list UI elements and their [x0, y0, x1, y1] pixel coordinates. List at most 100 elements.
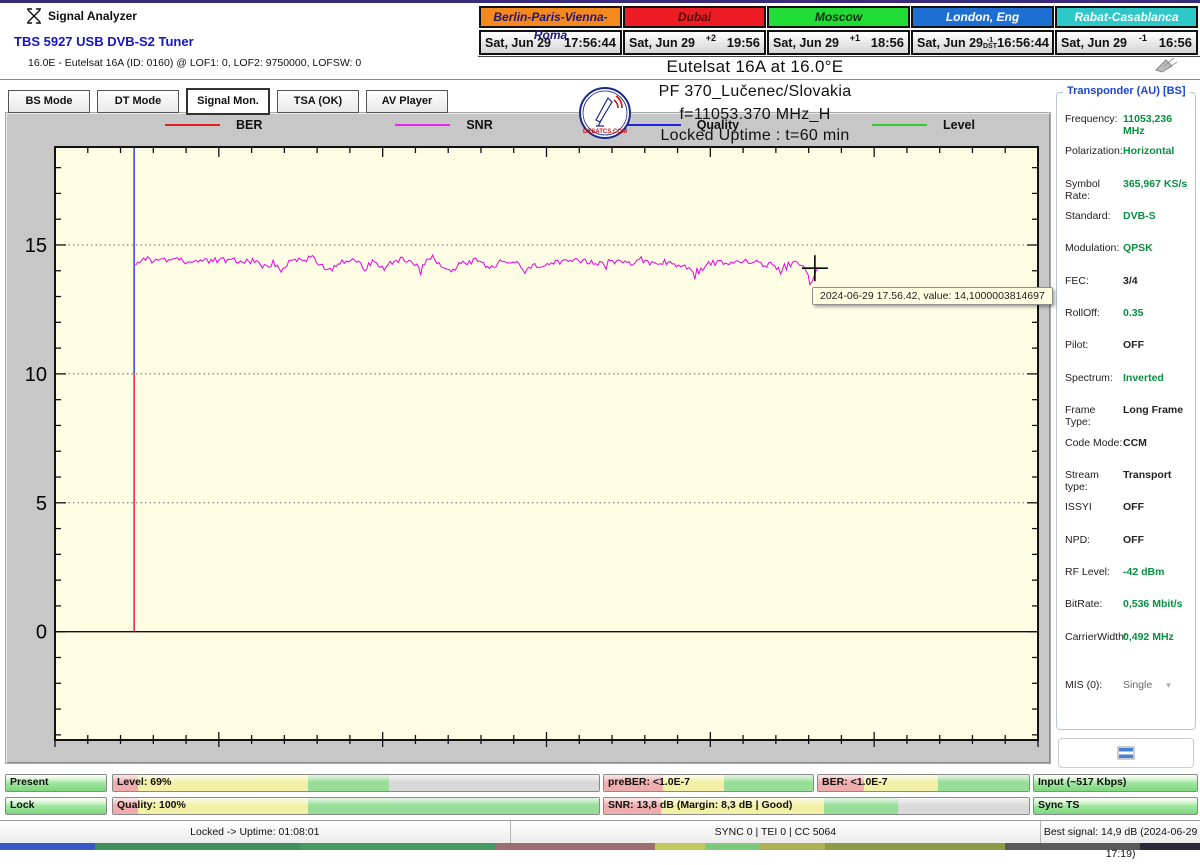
status-bar: Locked -> Uptime: 01:08:01 SYNC 0 | TEI …	[0, 820, 1200, 860]
status-best-signal: Best signal: 14,9 dB (2024-06-29 17:19)	[1043, 826, 1198, 860]
background-window-segment	[760, 843, 825, 850]
satellite-title: Eutelsat 16A at 16.0°E	[666, 57, 844, 76]
pill-label: Sync TS	[1038, 799, 1080, 811]
gloss-overlay	[113, 775, 599, 783]
pill-input-517-kbps-: Input (~517 Kbps)	[1033, 774, 1198, 792]
pill-present: Present	[5, 774, 107, 792]
clock-2: Dubai Sat, Jun 29 +2 19:56	[623, 6, 766, 55]
transponder-row-label: Symbol Rate:	[1065, 177, 1101, 202]
transponder-row-value: OFF	[1123, 339, 1144, 352]
transponder-row-label: Frame Type:	[1065, 404, 1096, 429]
antenna-app-icon	[27, 8, 41, 24]
tab-bs-mode[interactable]: BS Mode	[8, 90, 90, 113]
transponder-row: NPD: OFF	[1065, 534, 1189, 546]
transponder-row: Code Mode: CCM	[1065, 437, 1189, 449]
background-window-segment	[495, 843, 655, 850]
ytick-label: 5	[36, 493, 47, 515]
tab-tsa-ok-[interactable]: TSA (OK)	[277, 90, 359, 113]
ytick-label: 0	[36, 622, 47, 644]
clock-time: 16:56	[1158, 35, 1192, 50]
background-window-segment	[300, 843, 495, 850]
transponder-row-label: ISSYI	[1065, 501, 1092, 514]
transponder-row-value: Transport	[1123, 468, 1172, 481]
transponder-row: FEC: 3/4	[1065, 275, 1189, 287]
legend-swatch	[625, 124, 681, 126]
transponder-row-value: OFF	[1123, 501, 1144, 514]
transponder-row: Stream type: Transport	[1065, 469, 1189, 493]
background-window-segment	[705, 843, 760, 850]
bar-label: BER: <1.0E-7	[822, 776, 888, 788]
transponder-row: RF Level: -42 dBm	[1065, 566, 1189, 578]
bar-snr: SNR: 13,8 dB (Margin: 8,3 dB | Good)	[603, 797, 1030, 815]
bar-level: Level: 69%	[112, 774, 600, 792]
logo-text: DXSATCS.COM	[583, 129, 627, 135]
transponder-row-value: 3/4	[1123, 274, 1138, 287]
clock-city-label: Dubai	[623, 6, 766, 28]
clock-time-cell: Sat, Jun 29 +2 19:56	[623, 30, 766, 55]
clock-date: Sat, Jun 29	[485, 35, 551, 50]
tab-signal-mon-[interactable]: Signal Mon.	[186, 88, 270, 115]
mis-select[interactable]: Single ▾	[1123, 679, 1171, 691]
transponder-row-value: 11053,236 MHz	[1123, 113, 1173, 137]
transponder-row-value: 365,967 KS/s	[1123, 177, 1188, 190]
ytick-label: 10	[25, 364, 47, 386]
clock-offset: -1	[1138, 33, 1147, 43]
transponder-row: Standard: DVB-S	[1065, 210, 1189, 222]
transponder-row: RollOff: 0.35	[1065, 307, 1189, 319]
tab-dt-mode[interactable]: DT Mode	[97, 90, 179, 113]
window-title: Signal Analyzer	[48, 9, 137, 23]
clock-time: 16:56:44	[997, 35, 1050, 50]
tuner-config: 16.0E - Eutelsat 16A (ID: 0160) @ LOF1: …	[28, 57, 362, 69]
clock-date: Sat, Jun 29	[1061, 35, 1127, 50]
transponder-row-label: NPD:	[1065, 533, 1091, 546]
location-title: PF 370_Lučenec/Slovakia	[658, 83, 852, 100]
tab-av-player[interactable]: AV Player	[366, 90, 448, 113]
clock-time: 17:56:44	[563, 35, 616, 50]
clock-dst-label: DST	[983, 42, 997, 50]
transponder-row: Pilot: OFF	[1065, 339, 1189, 351]
legend-swatch	[872, 124, 927, 126]
header-divider-bottom	[0, 79, 1200, 80]
tuner-name: TBS 5927 USB DVB-S2 Tuner	[14, 34, 194, 49]
transponder-row: Polarization: Horizontal	[1065, 145, 1189, 157]
clock-3: Moscow Sat, Jun 29 +1 18:56	[767, 6, 910, 55]
indicator-row-2: Lock Quality: 100% SNR: 13,8 dB (Margin: 8…	[0, 797, 1200, 815]
transponder-row-value: Horizontal	[1123, 145, 1175, 158]
clock-city-label: Moscow	[767, 6, 910, 28]
signal-chart[interactable]: 0 5 10 15	[5, 112, 1049, 762]
transponder-row-value: 0,492 MHz	[1123, 630, 1174, 643]
transponder-row-label: CarrierWidth:	[1065, 630, 1127, 643]
transponder-row-label: Modulation:	[1065, 242, 1120, 255]
world-clocks: Berlin-Paris-Vienna-Roma Sat, Jun 29 17:56…	[478, 6, 1200, 55]
transponder-row-label: Stream type:	[1065, 468, 1099, 493]
chart-tooltip: 2024-06-29 17.56.42, value: 14,100000381…	[812, 287, 1053, 305]
report-icon	[1117, 746, 1135, 760]
pill-label: Present	[10, 776, 49, 788]
clock-time: 19:56	[726, 35, 760, 50]
transponder-row: CarrierWidth: 0,492 MHz	[1065, 631, 1189, 643]
transponder-row: BitRate: 0,536 Mbit/s	[1065, 598, 1189, 610]
clock-offset: +1	[849, 33, 860, 43]
clock-time-cell: Sat, Jun 29 +1 18:56	[767, 30, 910, 55]
bar-label: SNR: 13,8 dB (Margin: 8,3 dB | Good)	[608, 799, 793, 811]
legend-item-snr: SNR	[395, 117, 493, 133]
transponder-row: Symbol Rate: 365,967 KS/s	[1065, 178, 1189, 202]
clock-4: London, Eng Sat, Jun 29 -1 DST 16:56:44	[911, 6, 1054, 55]
transponder-row-value: Inverted	[1123, 371, 1164, 384]
satellite-dish-icon	[1155, 57, 1178, 73]
clock-city-label: Rabat-Casablanca	[1055, 6, 1198, 28]
transponder-row-label: Pilot:	[1065, 339, 1089, 352]
locked-uptime-title: Locked Uptime : t=60 min	[660, 127, 850, 144]
background-window-segment	[1005, 843, 1140, 850]
bar-label: Level: 69%	[117, 776, 172, 788]
transponder-row-label: Frequency:	[1065, 113, 1118, 125]
transponder-row: ISSYI OFF	[1065, 501, 1189, 513]
ytick-label: 15	[25, 235, 47, 257]
clock-time-cell: Sat, Jun 29 -1 16:56	[1055, 30, 1198, 55]
capture-report-button[interactable]	[1058, 738, 1194, 768]
dxsatcs-logo: DXSATCS.COM	[578, 86, 632, 140]
status-sync: SYNC 0 | TEI 0 | CC 5064	[511, 821, 1042, 844]
clock-date: Sat, Jun 29	[773, 35, 839, 50]
transponder-row-label: FEC:	[1065, 274, 1089, 287]
background-window-sliver	[0, 843, 1200, 850]
